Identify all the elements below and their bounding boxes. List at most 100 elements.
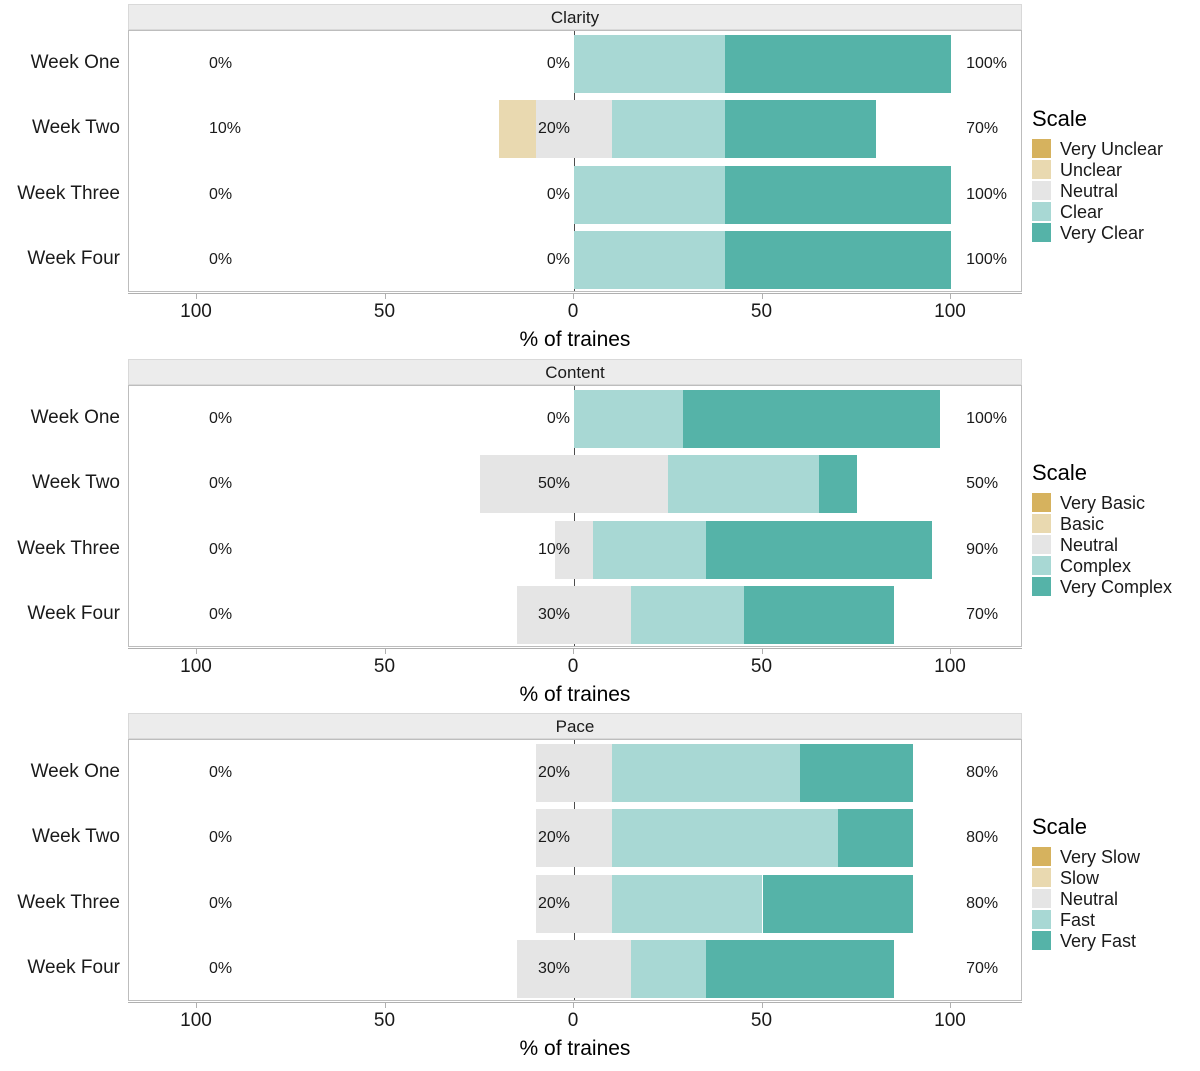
legend-item[interactable]: Neutral — [1032, 534, 1172, 555]
y-axis-label-wrap: Week Two — [0, 827, 122, 846]
y-axis-label-wrap: Week Four — [0, 249, 122, 268]
bar-segment-very-positive — [706, 521, 932, 579]
bar-row — [129, 586, 1021, 644]
row-right-percent-label: 50% — [966, 476, 998, 492]
legend-swatch-icon — [1032, 577, 1051, 596]
panel-title: Clarity — [551, 9, 599, 26]
x-axis-tick — [762, 1003, 763, 1008]
bar-segment-positive — [631, 940, 706, 998]
row-center-percent-label: 20% — [504, 121, 570, 137]
y-axis-label-week-two: Week Two — [0, 827, 120, 846]
x-axis-title: % of traines — [128, 329, 1022, 350]
legend-item[interactable]: Very Fast — [1032, 930, 1140, 951]
row-center-percent-label: 0% — [504, 56, 570, 72]
bar-segment-very-positive — [725, 100, 876, 158]
bar-segment-positive — [612, 875, 763, 933]
panel-title: Pace — [556, 718, 595, 735]
legend-item-label: Very Slow — [1060, 848, 1140, 866]
legend-item[interactable]: Very Clear — [1032, 222, 1163, 243]
row-center-percent-label: 0% — [504, 252, 570, 268]
legend-item[interactable]: Neutral — [1032, 180, 1163, 201]
legend-item-label: Slow — [1060, 869, 1099, 887]
row-left-percent-label: 0% — [209, 411, 232, 427]
legend-swatch-icon — [1032, 910, 1051, 929]
x-axis-tick-label: 100 — [180, 657, 212, 676]
bar-row — [129, 455, 1021, 513]
legend: ScaleVery SlowSlowNeutralFastVery Fast — [1032, 816, 1140, 951]
legend-item-label: Unclear — [1060, 161, 1122, 179]
legend-item-label: Neutral — [1060, 536, 1118, 554]
likert-chart-figure: Clarity Week One Week Two Week Three Week Fo… — [0, 0, 1200, 1071]
bar-row — [129, 940, 1021, 998]
legend-item[interactable]: Neutral — [1032, 888, 1140, 909]
row-left-percent-label: 0% — [209, 542, 232, 558]
bar-segment-very-positive — [725, 166, 951, 224]
row-center-percent-label: 20% — [504, 765, 570, 781]
x-axis-tick-label: 0 — [568, 1011, 579, 1030]
bar-segment-positive — [612, 744, 801, 802]
row-center-percent-label: 30% — [504, 607, 570, 623]
legend-title: Scale — [1032, 108, 1163, 130]
bar-segment-very-positive — [744, 586, 895, 644]
bar-segment-positive — [574, 231, 725, 289]
legend-item[interactable]: Fast — [1032, 909, 1140, 930]
x-axis-line — [128, 293, 1022, 294]
row-right-percent-label: 70% — [966, 121, 998, 137]
legend-item-label: Clear — [1060, 203, 1103, 221]
legend-item-label: Very Basic — [1060, 494, 1145, 512]
bar-segment-very-positive — [725, 35, 951, 93]
x-axis-tick-label: 50 — [751, 1011, 772, 1030]
legend-item-label: Complex — [1060, 557, 1131, 575]
x-axis-line — [128, 1002, 1022, 1003]
y-axis-label-wrap: Week Three — [0, 539, 122, 558]
legend-item[interactable]: Very Unclear — [1032, 138, 1163, 159]
legend-item-label: Very Clear — [1060, 224, 1144, 242]
bar-row — [129, 875, 1021, 933]
y-axis-label-wrap: Week Two — [0, 118, 122, 137]
legend-item[interactable]: Very Complex — [1032, 576, 1172, 597]
legend-item[interactable]: Clear — [1032, 201, 1163, 222]
row-left-percent-label: 0% — [209, 961, 232, 977]
y-axis-label-week-two: Week Two — [0, 473, 120, 492]
legend: Scale Very Unclear UnclearNeutral Clear Very… — [1032, 108, 1163, 243]
legend-item[interactable]: Slow — [1032, 867, 1140, 888]
x-axis-tick — [385, 649, 386, 654]
bar-segment-positive — [631, 586, 744, 644]
bar-row — [129, 744, 1021, 802]
row-right-percent-label: 100% — [966, 56, 1007, 72]
plot-area: 0%20%80%0%20%80%0%20%80%0%30%70% — [128, 739, 1022, 1001]
legend-item[interactable]: Very Basic — [1032, 492, 1172, 513]
x-axis-tick-label: 100 — [934, 1011, 966, 1030]
x-axis-tick-label: 0 — [568, 657, 579, 676]
y-axis-label-wrap: Week One — [0, 53, 122, 72]
legend-item[interactable]: Unclear — [1032, 159, 1163, 180]
bar-segment-positive — [574, 35, 725, 93]
x-axis-tick-label: 50 — [751, 657, 772, 676]
y-axis-label-week-four: Week Four — [0, 249, 120, 268]
y-axis-label-week-one: Week One — [0, 408, 120, 427]
x-axis-tick — [573, 294, 574, 299]
legend-swatch-icon — [1032, 847, 1051, 866]
legend-item[interactable]: Complex — [1032, 555, 1172, 576]
legend-item-label: Neutral — [1060, 890, 1118, 908]
legend-item[interactable]: Basic — [1032, 513, 1172, 534]
x-axis-tick — [196, 294, 197, 299]
bar-segment-positive — [612, 809, 838, 867]
bar-segment-positive — [593, 521, 706, 579]
y-axis-label-wrap: Week Three — [0, 893, 122, 912]
x-axis-tick — [196, 649, 197, 654]
y-axis-label-week-one: Week One — [0, 762, 120, 781]
bar-row — [129, 35, 1021, 93]
plot-area: 0%0%100%10%20%70%0%0%100%0%0%100% — [128, 30, 1022, 292]
bar-row — [129, 100, 1021, 158]
panel-strip-content: Content — [128, 359, 1022, 385]
bar-row — [129, 809, 1021, 867]
y-axis-label-week-three: Week Three — [0, 184, 120, 203]
bar-row — [129, 521, 1021, 579]
x-axis-tick — [950, 294, 951, 299]
row-center-percent-label: 0% — [504, 187, 570, 203]
x-axis-tick — [950, 649, 951, 654]
legend-item[interactable]: Very Slow — [1032, 846, 1140, 867]
bar-segment-positive — [612, 100, 725, 158]
bar-row — [129, 390, 1021, 448]
